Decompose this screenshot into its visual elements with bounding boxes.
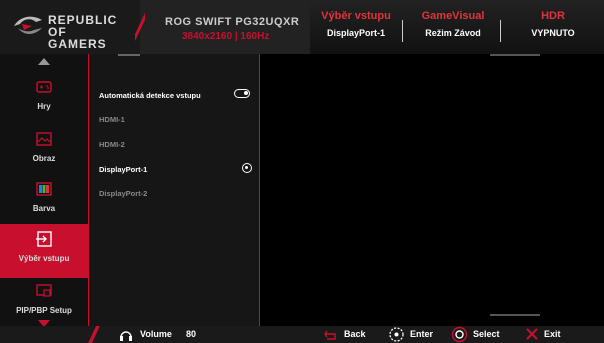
header-gamevisual-status: GameVisual Režim Závod [410, 10, 496, 38]
sidebar-item-label: PIP/PBP Setup [16, 306, 72, 315]
back-icon[interactable] [323, 326, 339, 343]
right-bottom-marker [490, 314, 540, 316]
sidebar-item-color[interactable]: Barva [0, 174, 88, 228]
enter-button[interactable]: Enter [410, 329, 433, 339]
enter-icon[interactable] [388, 326, 405, 343]
model-name: ROG SWIFT PG32UQXR [165, 16, 300, 28]
select-button[interactable]: Select [473, 329, 500, 339]
volume-label: Volume [140, 329, 172, 339]
monitor-osd: REPUBLIC OF GAMERS ROG SWIFT PG32UQXR 38… [0, 0, 604, 343]
option-auto-input-detect[interactable]: Automatická detekce vstupu [99, 91, 201, 100]
header-hdr-status: HDR VYPNUTO [510, 10, 596, 38]
model-resolution: 3840x2160 | 160Hz [182, 31, 270, 42]
panel-top-marker [118, 54, 140, 56]
option-hdmi-1[interactable]: HDMI-1 [99, 115, 125, 124]
select-icon[interactable] [451, 326, 468, 343]
header-input-title: Výběr vstupu [321, 10, 391, 22]
option-hdmi-2[interactable]: HDMI-2 [99, 140, 125, 149]
scroll-up-icon[interactable] [38, 58, 50, 65]
header-hdr-value: VYPNUTO [531, 28, 575, 38]
displayport-1-radio[interactable] [242, 163, 252, 173]
input-select-icon [36, 231, 52, 247]
sidebar-item-input-select[interactable]: Výběr vstupu [0, 224, 88, 278]
header-separator [402, 20, 403, 42]
headphones-icon [120, 331, 132, 341]
footer-accent [88, 326, 100, 343]
volume-value: 80 [186, 329, 197, 339]
brand-line-1: REPUBLIC OF [48, 13, 118, 39]
preview-area [261, 54, 604, 326]
header-input-value: DisplayPort-1 [326, 28, 386, 38]
rog-eye-icon [14, 16, 42, 34]
image-icon [36, 132, 52, 146]
gamepad-icon [36, 81, 52, 93]
header-input-status: Výběr vstupu DisplayPort-1 [314, 10, 398, 38]
sidebar-item-label: Hry [37, 102, 51, 111]
sidebar-item-games[interactable]: Hry [0, 72, 88, 126]
brand-text: REPUBLIC OF GAMERS [48, 14, 140, 50]
exit-icon[interactable] [525, 326, 540, 343]
sidebar-item-label: Barva [32, 204, 56, 213]
option-displayport-2[interactable]: DisplayPort-2 [99, 189, 147, 198]
auto-detect-toggle[interactable] [234, 89, 250, 98]
color-icon [36, 182, 52, 196]
sidebar-item-image[interactable]: Obraz [0, 124, 88, 178]
option-displayport-1[interactable]: DisplayPort-1 [99, 165, 147, 174]
exit-button[interactable]: Exit [544, 329, 561, 339]
header-gamevisual-value: Režim Závod [425, 28, 481, 38]
sidebar-item-label: Obraz [32, 154, 56, 163]
right-top-marker [490, 54, 540, 56]
pip-icon [36, 284, 52, 297]
sidebar-item-label: Výběr vstupu [18, 254, 70, 263]
rog-logo-area: REPUBLIC OF GAMERS [0, 0, 140, 54]
header-separator [500, 20, 501, 42]
osd-header: REPUBLIC OF GAMERS ROG SWIFT PG32UQXR 38… [0, 0, 604, 54]
header-divider [135, 0, 145, 54]
brand-line-2: GAMERS [48, 37, 107, 51]
back-button[interactable]: Back [344, 329, 366, 339]
header-hdr-title: HDR [541, 10, 565, 22]
header-gamevisual-title: GameVisual [421, 10, 485, 22]
